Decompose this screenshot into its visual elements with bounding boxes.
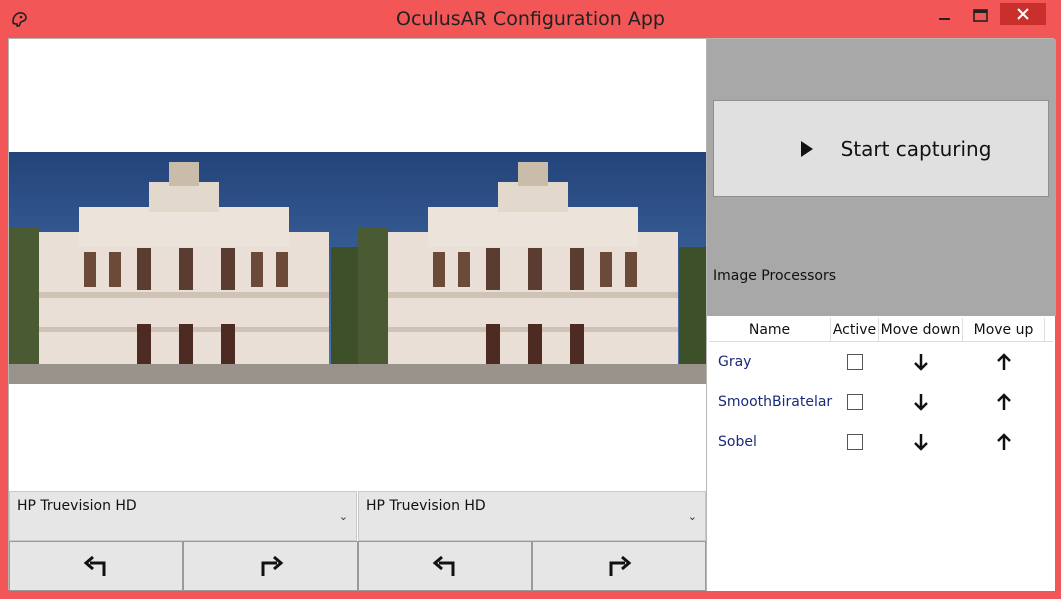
rotate-left-icon	[432, 555, 455, 576]
chevron-down-icon: ⌄	[687, 511, 697, 523]
app-window: OculusAR Configuration App HP Truevision…	[0, 0, 1061, 599]
start-capturing-label: Start capturing	[840, 136, 992, 161]
camera-preview-right	[358, 152, 706, 384]
table-row: Gray	[709, 342, 1053, 382]
rotate-left-button-left-camera[interactable]	[9, 541, 183, 591]
processor-name: Sobel	[718, 434, 757, 450]
chevron-down-icon: ⌄	[338, 511, 348, 523]
active-checkbox[interactable]	[847, 434, 863, 450]
processor-name: Gray	[718, 354, 752, 370]
close-icon	[1017, 8, 1029, 20]
camera-preview-left	[9, 152, 358, 384]
rotate-right-icon	[609, 555, 632, 576]
column-header-move-down[interactable]: Move down	[879, 318, 963, 341]
processor-name: SmoothBiratelar	[718, 394, 833, 410]
arrow-up-icon	[997, 433, 1011, 450]
move-up-button[interactable]	[963, 433, 1045, 451]
camera-area: HP Truevision HD ⌄ HP Truevision HD ⌄	[9, 39, 706, 591]
arrow-up-icon	[997, 393, 1011, 410]
active-checkbox[interactable]	[847, 394, 863, 410]
title-bar[interactable]: OculusAR Configuration App	[0, 0, 1061, 38]
table-row: Sobel	[709, 422, 1053, 462]
arrow-down-icon	[914, 434, 928, 451]
column-header-move-up[interactable]: Move up	[963, 318, 1045, 341]
move-up-button[interactable]	[963, 353, 1045, 371]
processors-grid: Name Active Move down Move up Gray Smoot…	[709, 318, 1053, 462]
rotate-left-button-right-camera[interactable]	[358, 541, 532, 591]
arrow-up-icon	[997, 353, 1011, 370]
play-icon	[800, 140, 813, 157]
active-checkbox[interactable]	[847, 354, 863, 370]
move-up-button[interactable]	[963, 393, 1045, 411]
camera-select-right[interactable]: HP Truevision HD ⌄	[358, 491, 706, 541]
maximize-icon	[973, 9, 988, 22]
arrow-down-icon	[914, 354, 928, 371]
minimize-icon	[939, 18, 950, 20]
start-capturing-button[interactable]: Start capturing	[713, 100, 1049, 197]
rotate-right-button-left-camera[interactable]	[183, 541, 358, 591]
grid-header: Name Active Move down Move up	[709, 318, 1053, 342]
close-button[interactable]	[1000, 3, 1046, 25]
move-down-button[interactable]	[879, 433, 963, 451]
rotate-right-button-right-camera[interactable]	[532, 541, 706, 591]
rotate-left-icon	[83, 555, 106, 576]
table-row: SmoothBiratelar	[709, 382, 1053, 422]
camera-select-right-value: HP Truevision HD	[366, 498, 486, 514]
side-panel-header: Start capturing Image Processors	[707, 39, 1056, 316]
move-down-button[interactable]	[879, 393, 963, 411]
camera-select-left-value: HP Truevision HD	[17, 498, 137, 514]
move-down-button[interactable]	[879, 353, 963, 371]
column-header-name[interactable]: Name	[709, 318, 831, 341]
maximize-button[interactable]	[966, 4, 996, 28]
client-area: HP Truevision HD ⌄ HP Truevision HD ⌄ St…	[8, 38, 1056, 591]
minimize-button[interactable]	[930, 4, 960, 28]
column-header-active[interactable]: Active	[831, 318, 879, 341]
arrow-down-icon	[914, 394, 928, 411]
window-title: OculusAR Configuration App	[396, 8, 665, 30]
image-processors-title: Image Processors	[713, 268, 837, 284]
rotate-right-icon	[261, 555, 283, 576]
side-panel: Start capturing Image Processors Name Ac…	[706, 39, 1056, 591]
camera-select-left[interactable]: HP Truevision HD ⌄	[9, 491, 357, 541]
